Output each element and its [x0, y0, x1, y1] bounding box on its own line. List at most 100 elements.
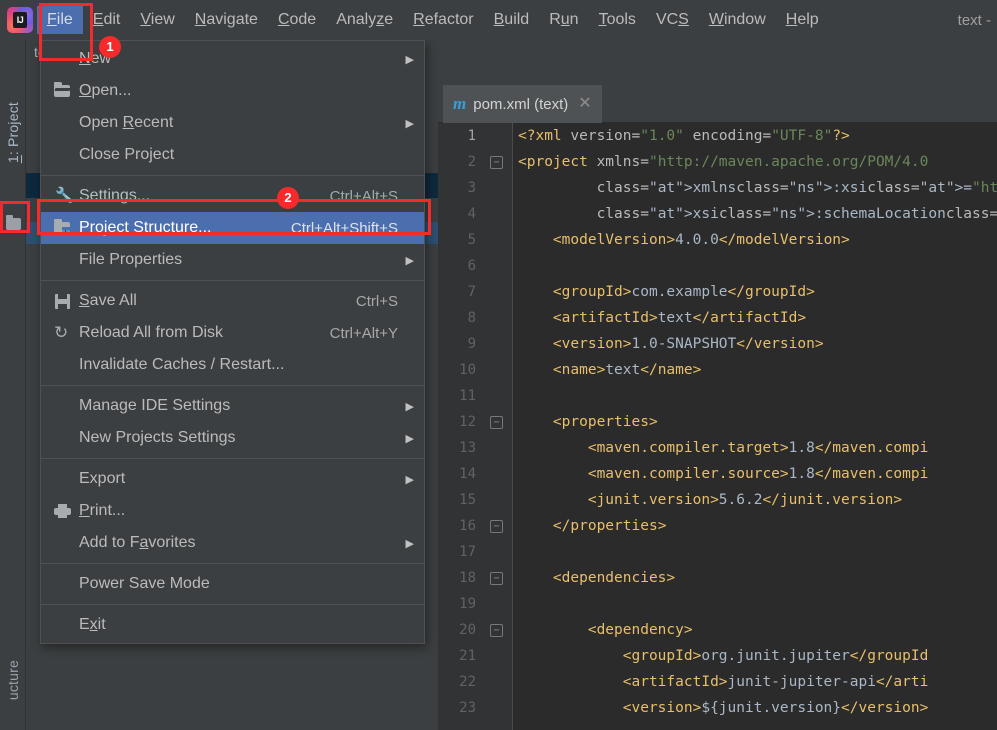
menu-item-add-to-favorites[interactable]: Add to Favorites ▶: [41, 527, 424, 559]
annotation-badge-2: 2: [277, 187, 299, 209]
code-text: <groupId>com.example</groupId>: [552, 284, 815, 300]
menubar-item-view[interactable]: View: [130, 6, 184, 34]
menu-item-open-recent[interactable]: Open Recent ▶: [41, 107, 424, 139]
code-line: 13 <maven.compiler.target>1.8</maven.com…: [438, 435, 997, 461]
menubar-item-navigate[interactable]: Navigate: [185, 6, 268, 34]
no-icon: [49, 615, 75, 635]
no-icon: [49, 355, 75, 375]
save-icon: [49, 291, 75, 311]
fold-toggle-icon[interactable]: [490, 416, 503, 429]
sidebar-item-structure[interactable]: ucture: [5, 660, 21, 700]
menu-item-print[interactable]: Print...: [41, 495, 424, 527]
line-number: 21: [459, 648, 476, 664]
no-icon: [49, 145, 75, 165]
code-line: 10 <name>text</name>: [438, 357, 997, 383]
menubar-item-file[interactable]: File: [37, 6, 83, 34]
menubar-item-edit[interactable]: Edit: [83, 6, 131, 34]
code-text: <version>${junit.version}</version>: [622, 700, 929, 716]
fold-toggle-icon[interactable]: [490, 520, 503, 533]
print-icon: [49, 501, 75, 521]
chevron-right-icon: ▶: [405, 53, 414, 66]
code-line: 3 class="at">xmlnsclass="ns">:xsiclass="…: [438, 175, 997, 201]
fold-toggle-icon[interactable]: [490, 572, 503, 585]
code-text: <maven.compiler.source>1.8</maven.compi: [587, 466, 929, 482]
chevron-right-icon: ▶: [405, 400, 414, 413]
line-number: 19: [459, 596, 476, 612]
sidebar-item-project[interactable]: 1: Project: [5, 102, 21, 163]
menu-item-save-all[interactable]: Save All Ctrl+S: [41, 285, 424, 317]
code-text: <artifactId>junit-jupiter-api</arti: [622, 674, 929, 690]
code-text: <modelVersion>4.0.0</modelVersion>: [552, 232, 850, 248]
tab-pom-xml[interactable]: m pom.xml (text) ✕: [443, 85, 602, 123]
menu-item-export[interactable]: Export ▶: [41, 463, 424, 495]
window-title: text -: [957, 11, 991, 29]
code-text: <artifactId>text</artifactId>: [552, 310, 807, 326]
file-menu-dropdown: New ▶ Open... Open Recent ▶ Close Project 🔧 Set…: [40, 40, 425, 644]
menu-item-label: New: [79, 50, 112, 67]
menu-separator: [41, 385, 424, 386]
code-line: 21 <groupId>org.junit.jupiter</groupId: [438, 643, 997, 669]
code-text: <version>1.0-SNAPSHOT</version>: [552, 336, 824, 352]
code-line: 20 <dependency>: [438, 617, 997, 643]
wrench-icon: 🔧: [55, 187, 74, 204]
code-text: <junit.version>5.6.2</junit.version>: [587, 492, 903, 508]
menu-item-shortcut: Ctrl+Alt+Y: [329, 324, 398, 342]
menu-item-settings[interactable]: 🔧 Settings... Ctrl+Alt+S: [41, 180, 424, 212]
menu-item-file-properties[interactable]: File Properties ▶: [41, 244, 424, 276]
menubar-item-window[interactable]: Window: [699, 6, 776, 34]
menu-item-power-save-mode[interactable]: Power Save Mode: [41, 568, 424, 600]
menu-item-manage-ide-settings[interactable]: Manage IDE Settings ▶: [41, 390, 424, 422]
menubar-item-refactor[interactable]: Refactor: [403, 6, 483, 34]
no-icon: [49, 574, 75, 594]
menu-item-open[interactable]: Open...: [41, 75, 424, 107]
code-text: class="at">xsiclass="ns">:schemaLocation…: [596, 206, 997, 222]
menubar-item-run[interactable]: Run: [539, 6, 588, 34]
menubar-item-tools[interactable]: Tools: [589, 6, 646, 34]
menu-item-exit[interactable]: Exit: [41, 609, 424, 641]
line-number: 17: [459, 544, 476, 560]
menu-item-label: Add to Favorites: [79, 534, 196, 551]
folder-icon: [49, 81, 75, 101]
fold-toggle-icon[interactable]: [490, 624, 503, 637]
no-icon: [49, 49, 75, 69]
menubar-item-analyze[interactable]: Analyze: [326, 6, 403, 34]
maven-m-icon: m: [453, 94, 467, 113]
fold-toggle-icon[interactable]: [490, 156, 503, 169]
left-tool-strip: 1: Project ucture: [0, 40, 26, 730]
close-icon[interactable]: ✕: [578, 96, 591, 112]
menu-item-project-structure[interactable]: Project Structure... Ctrl+Alt+Shift+S: [41, 212, 424, 244]
code-text: <properties>: [552, 414, 658, 430]
code-line: 6: [438, 253, 997, 279]
no-icon: [49, 533, 75, 553]
line-number: 7: [467, 284, 476, 300]
menu-item-label: Open Recent: [79, 114, 174, 131]
menu-item-new-projects-settings[interactable]: New Projects Settings ▶: [41, 422, 424, 454]
menu-item-invalidate-caches-restart[interactable]: Invalidate Caches / Restart...: [41, 349, 424, 381]
line-number: 8: [467, 310, 476, 326]
line-number: 3: [467, 180, 476, 196]
menu-item-reload-all-from-disk[interactable]: ↻ Reload All from Disk Ctrl+Alt+Y: [41, 317, 424, 349]
chevron-right-icon: ▶: [405, 473, 414, 486]
code-line: 19: [438, 591, 997, 617]
menu-item-close-project[interactable]: Close Project: [41, 139, 424, 171]
menubar-item-help[interactable]: Help: [776, 6, 829, 34]
code-content-area[interactable]: 1 <?xml version="1.0" encoding="UTF-8"?> 2…: [438, 123, 997, 730]
chevron-right-icon: ▶: [405, 432, 414, 445]
line-number: 10: [459, 362, 476, 378]
editor-tab-bar: m pom.xml (text) ✕: [438, 85, 997, 123]
menubar-item-build[interactable]: Build: [484, 6, 540, 34]
menu-separator: [41, 280, 424, 281]
line-number: 4: [467, 206, 476, 222]
menubar-item-code[interactable]: Code: [268, 6, 326, 34]
tab-title: pom.xml (text): [473, 95, 569, 113]
line-number: 1: [467, 128, 476, 144]
annotation-badge-1: 1: [99, 36, 121, 58]
code-line: 22 <artifactId>junit-jupiter-api</arti: [438, 669, 997, 695]
menu-item-label: Print...: [79, 502, 126, 519]
menu-item-shortcut: Ctrl+Alt+Shift+S: [290, 219, 398, 237]
code-lines: 1 <?xml version="1.0" encoding="UTF-8"?> 2…: [438, 123, 997, 721]
menubar-item-vcs[interactable]: VCS: [646, 6, 699, 34]
line-number: 11: [459, 388, 476, 404]
code-editor: m pom.xml (text) ✕ 1 <?xml version="1.0" …: [438, 40, 997, 730]
code-line: 2 <project xmlns="http://maven.apache.org…: [438, 149, 997, 175]
